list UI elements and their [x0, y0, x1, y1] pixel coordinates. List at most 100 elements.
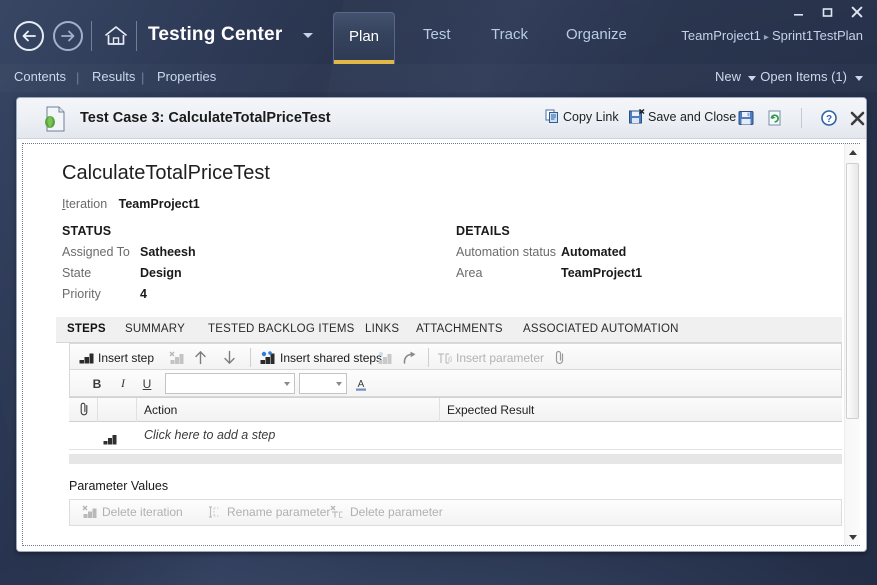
- close-document-button[interactable]: [846, 107, 866, 129]
- breadcrumb[interactable]: TeamProject1 ▸ Sprint1TestPlan: [681, 28, 863, 43]
- close-icon: [850, 111, 864, 125]
- chevron-down-icon[interactable]: [748, 76, 756, 81]
- close-icon: [851, 6, 862, 18]
- delete-step-icon: [169, 351, 184, 364]
- subnav-item-contents[interactable]: Contents: [14, 69, 66, 84]
- field-automation-status-value[interactable]: Automated: [561, 245, 626, 259]
- hub-tab-plan[interactable]: Plan: [333, 12, 395, 64]
- grid-column-divider-3[interactable]: [439, 398, 440, 422]
- iteration-label-rest: teration: [65, 197, 108, 211]
- underline-button[interactable]: U: [137, 374, 157, 393]
- italic-button[interactable]: I: [113, 374, 133, 393]
- grid-column-divider-2: [136, 398, 137, 422]
- sub-navigation-bar: Contents | Results | Properties New Open…: [0, 64, 877, 92]
- font-color-button[interactable]: A: [351, 374, 371, 393]
- column-header-action[interactable]: Action: [144, 403, 177, 417]
- chevron-down-icon: [336, 381, 342, 386]
- font-size-select[interactable]: [299, 373, 347, 394]
- field-assigned-to: Assigned To Satheesh: [62, 245, 196, 263]
- move-step-down-button[interactable]: [223, 348, 236, 367]
- open-shared-steps-icon: [378, 351, 392, 364]
- scroll-down-button[interactable]: [845, 529, 861, 545]
- refresh-button[interactable]: [764, 107, 786, 129]
- add-step-placeholder[interactable]: Click here to add a step: [144, 428, 275, 442]
- minimize-icon: [794, 13, 803, 16]
- chevron-down-icon[interactable]: [855, 76, 863, 81]
- steps-toolbar-divider-2: [428, 348, 429, 367]
- iteration-value[interactable]: TeamProject1: [119, 197, 200, 211]
- field-state-value[interactable]: Design: [140, 266, 182, 280]
- copy-link-button[interactable]: Copy Link: [545, 109, 619, 124]
- tab-tested-backlog-items[interactable]: TESTED BACKLOG ITEMS: [208, 323, 355, 335]
- column-header-expected-result[interactable]: Expected Result: [447, 403, 534, 417]
- scroll-up-button[interactable]: [845, 144, 861, 160]
- arrow-right-icon: [61, 30, 75, 42]
- steps-toolbar-divider-1: [250, 348, 251, 367]
- new-menu-button[interactable]: New: [715, 69, 741, 84]
- open-items-menu-button[interactable]: Open Items (1): [760, 69, 847, 84]
- save-and-close-label: Save and Close: [648, 109, 737, 124]
- delete-iteration-button: Delete iteration: [82, 505, 183, 519]
- bold-button[interactable]: B: [87, 374, 107, 393]
- scroll-thumb[interactable]: [846, 163, 859, 419]
- tab-steps[interactable]: STEPS: [67, 323, 106, 335]
- subnav-divider-2: |: [141, 70, 145, 85]
- save-button[interactable]: [735, 107, 757, 129]
- copy-link-icon: [545, 109, 558, 123]
- parameter-values-title: Parameter Values: [69, 479, 169, 493]
- steps-grid-header: Action Expected Result: [69, 397, 842, 422]
- document-title-bar: Test Case 3: CalculateTotalPriceTest Cop…: [17, 98, 866, 139]
- insert-shared-steps-button[interactable]: Insert shared steps: [260, 348, 382, 367]
- tab-summary[interactable]: SUMMARY: [125, 323, 185, 335]
- save-and-close-button[interactable]: Save and Close: [629, 109, 736, 124]
- move-step-up-button[interactable]: [194, 348, 207, 367]
- insert-parameter-label: Insert parameter: [456, 350, 545, 365]
- open-shared-steps-button: [377, 348, 393, 367]
- redo-button[interactable]: [402, 348, 418, 367]
- home-icon[interactable]: [103, 24, 129, 48]
- rename-parameter-label: Rename parameter: [227, 505, 331, 519]
- svg-text:A: A: [358, 379, 365, 390]
- parameter-values-toolbar: Delete iteration Rename parameter Delete…: [69, 499, 842, 526]
- subnav-item-properties[interactable]: Properties: [157, 69, 216, 84]
- shared-steps-icon: [260, 350, 275, 364]
- insert-step-icon: [79, 353, 94, 364]
- subnav-item-results[interactable]: Results: [92, 69, 135, 84]
- hub-tab-organize[interactable]: Organize: [566, 26, 627, 43]
- paperclip-icon: [555, 350, 564, 365]
- insert-step-icon: [103, 432, 117, 450]
- nav-divider-1: [91, 21, 92, 51]
- maximize-button[interactable]: [813, 2, 842, 22]
- insert-step-button[interactable]: Insert step: [79, 348, 154, 367]
- field-assigned-to-value[interactable]: Satheesh: [140, 245, 196, 259]
- help-button[interactable]: ?: [818, 107, 840, 129]
- attachment-button[interactable]: [554, 348, 566, 367]
- grid-splitter[interactable]: [69, 454, 842, 464]
- forward-button[interactable]: [53, 21, 83, 51]
- breadcrumb-project[interactable]: TeamProject1: [681, 28, 760, 43]
- format-toolbar: B I U A: [69, 370, 842, 397]
- arrow-down-icon: [224, 350, 235, 364]
- hub-tab-track[interactable]: Track: [491, 26, 528, 43]
- font-family-select[interactable]: [165, 373, 295, 394]
- iteration-label: Iteration: [62, 197, 108, 211]
- back-button[interactable]: [14, 21, 44, 51]
- document-body: CalculateTotalPriceTest Iteration TeamPr…: [17, 139, 866, 551]
- field-automation-status-label: Automation status: [456, 245, 557, 259]
- field-priority-value[interactable]: 4: [140, 287, 147, 301]
- details-section-heading: DETAILS: [456, 224, 510, 238]
- minimize-button[interactable]: [784, 2, 813, 22]
- close-button[interactable]: [842, 2, 871, 22]
- chevron-down-icon[interactable]: [303, 33, 313, 38]
- field-area-value[interactable]: TeamProject1: [561, 266, 642, 280]
- breadcrumb-plan[interactable]: Sprint1TestPlan: [772, 28, 863, 43]
- tab-associated-automation[interactable]: ASSOCIATED AUTOMATION: [523, 323, 679, 335]
- steps-toolbar: Insert step Insert shared steps Insert p…: [69, 343, 842, 370]
- add-step-row[interactable]: Click here to add a step: [69, 422, 842, 450]
- hub-tab-test[interactable]: Test: [423, 26, 451, 43]
- test-case-document-panel: Test Case 3: CalculateTotalPriceTest Cop…: [16, 97, 867, 552]
- brand-title: Testing Center: [148, 24, 283, 45]
- vertical-scrollbar[interactable]: [844, 144, 860, 545]
- tab-attachments[interactable]: ATTACHMENTS: [416, 323, 503, 335]
- tab-links[interactable]: LINKS: [365, 323, 399, 335]
